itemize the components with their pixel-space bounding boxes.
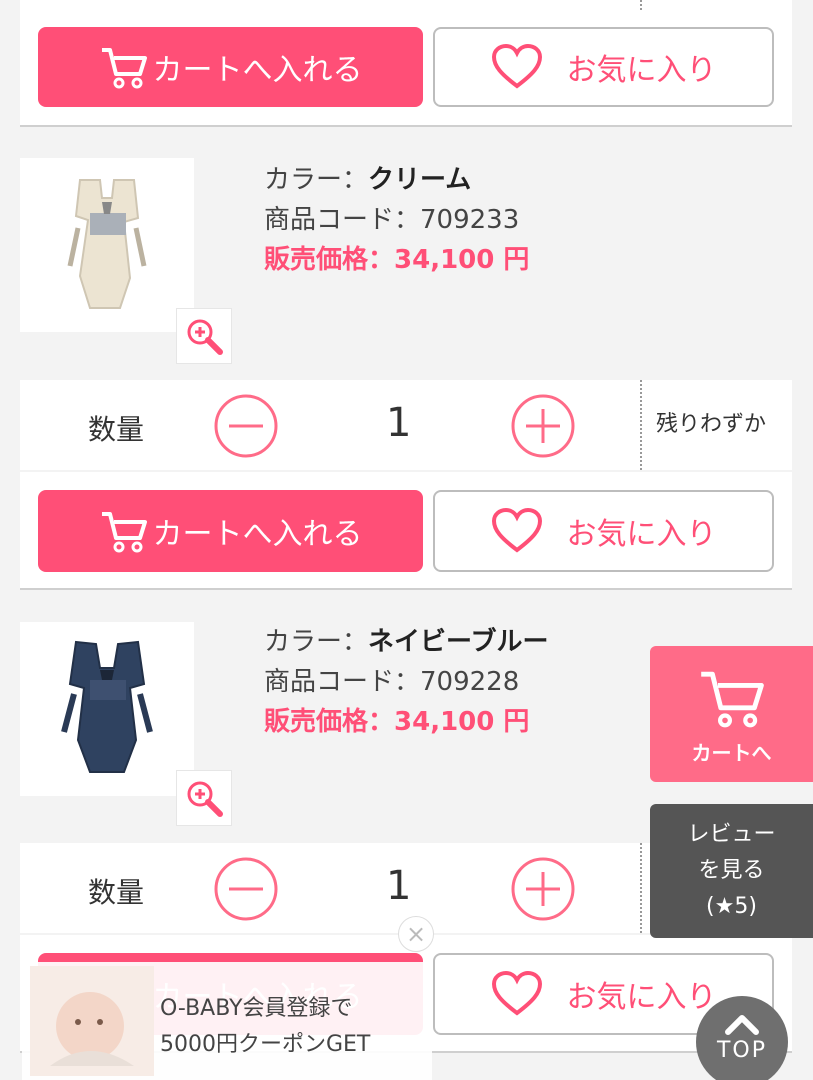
favorite-label: お気に入り — [566, 517, 717, 552]
back-to-top-button[interactable]: TOP — [696, 996, 788, 1080]
favorite-label: お気に入り — [566, 53, 717, 88]
banner-close-button[interactable]: × — [398, 916, 434, 952]
baby-photo — [30, 966, 154, 1076]
price-line: 販売価格：34,100 円 — [264, 702, 644, 742]
code-value: 709228 — [420, 667, 520, 697]
add-to-cart-label: カートへ入れる — [152, 517, 363, 552]
add-to-cart-label: カートへ入れる — [152, 53, 363, 88]
section-divider — [20, 588, 792, 590]
stock-divider — [640, 843, 642, 933]
product-image-navy[interactable] — [20, 622, 194, 796]
review-line-1: レビュー — [687, 822, 776, 847]
add-to-cart-button[interactable]: カートへ入れる — [38, 490, 423, 572]
heart-icon — [491, 971, 542, 1016]
price-line: 販売価格：34,100 円 — [264, 240, 644, 280]
favorite-button[interactable]: お気に入り — [433, 490, 774, 572]
baby-carrier-cream-image — [67, 179, 147, 309]
product-image-cream[interactable] — [20, 158, 194, 332]
quantity-value[interactable]: 1 — [386, 863, 411, 909]
price-value: 34,100 円 — [394, 245, 530, 275]
section-divider — [20, 125, 792, 127]
plus-icon[interactable] — [510, 393, 576, 459]
color-line: カラー：ネイビーブルー — [264, 622, 644, 662]
color-label: カラー： — [264, 165, 369, 195]
floating-cart-button[interactable]: カートへ — [650, 646, 813, 782]
color-value: クリーム — [368, 165, 472, 195]
cart-icon — [101, 48, 147, 89]
code-label: 商品コード： — [264, 205, 421, 235]
review-rating: (★5) — [706, 894, 757, 919]
top-label: TOP — [716, 1038, 768, 1063]
minus-icon[interactable] — [213, 393, 279, 459]
member-banner[interactable]: O-BABY会員登録で 5000円クーポンGET — [22, 962, 432, 1080]
prev-stock-divider — [640, 0, 642, 10]
product-info-1: カラー：クリーム 商品コード：709233 販売価格：34,100 円 — [264, 160, 644, 280]
plus-icon[interactable] — [510, 856, 576, 922]
code-label: 商品コード： — [264, 667, 421, 697]
stock-status: 残りわずか — [656, 412, 767, 437]
color-value: ネイビーブルー — [368, 627, 549, 657]
minus-icon[interactable] — [213, 856, 279, 922]
zoom-in-icon — [187, 319, 223, 355]
chevron-up-icon — [725, 1015, 759, 1035]
add-to-cart-button[interactable]: カートへ入れる — [38, 27, 423, 107]
cart-icon — [101, 512, 147, 553]
code-line: 商品コード：709233 — [264, 200, 644, 240]
zoom-in-icon — [187, 781, 223, 817]
review-button[interactable]: レビュー を見る (★5) — [650, 804, 813, 938]
favorite-label: お気に入り — [566, 980, 717, 1015]
floating-cart-label: カートへ — [691, 740, 772, 765]
prev-product-row — [20, 0, 792, 10]
heart-icon — [491, 44, 542, 89]
color-label: カラー： — [264, 627, 369, 657]
stock-divider — [640, 380, 642, 470]
zoom-button[interactable] — [176, 770, 232, 826]
quantity-label: 数量 — [88, 876, 145, 909]
banner-text-1: O-BABY会員登録で — [160, 996, 353, 1021]
favorite-button[interactable]: お気に入り — [433, 27, 774, 107]
code-value: 709233 — [420, 205, 520, 235]
heart-icon — [491, 508, 542, 553]
price-label: 販売価格： — [264, 245, 395, 275]
review-line-2: を見る — [698, 858, 765, 883]
banner-text-2: 5000円クーポンGET — [160, 1032, 371, 1057]
quantity-label: 数量 — [88, 413, 145, 446]
product-info-2: カラー：ネイビーブルー 商品コード：709228 販売価格：34,100 円 — [264, 622, 644, 742]
zoom-button[interactable] — [176, 308, 232, 364]
baby-carrier-navy-image — [61, 640, 153, 773]
code-line: 商品コード：709228 — [264, 662, 644, 702]
quantity-value[interactable]: 1 — [386, 400, 411, 446]
cart-icon — [700, 671, 764, 727]
price-label: 販売価格： — [264, 707, 395, 737]
price-value: 34,100 円 — [394, 707, 530, 737]
color-line: カラー：クリーム — [264, 160, 644, 200]
